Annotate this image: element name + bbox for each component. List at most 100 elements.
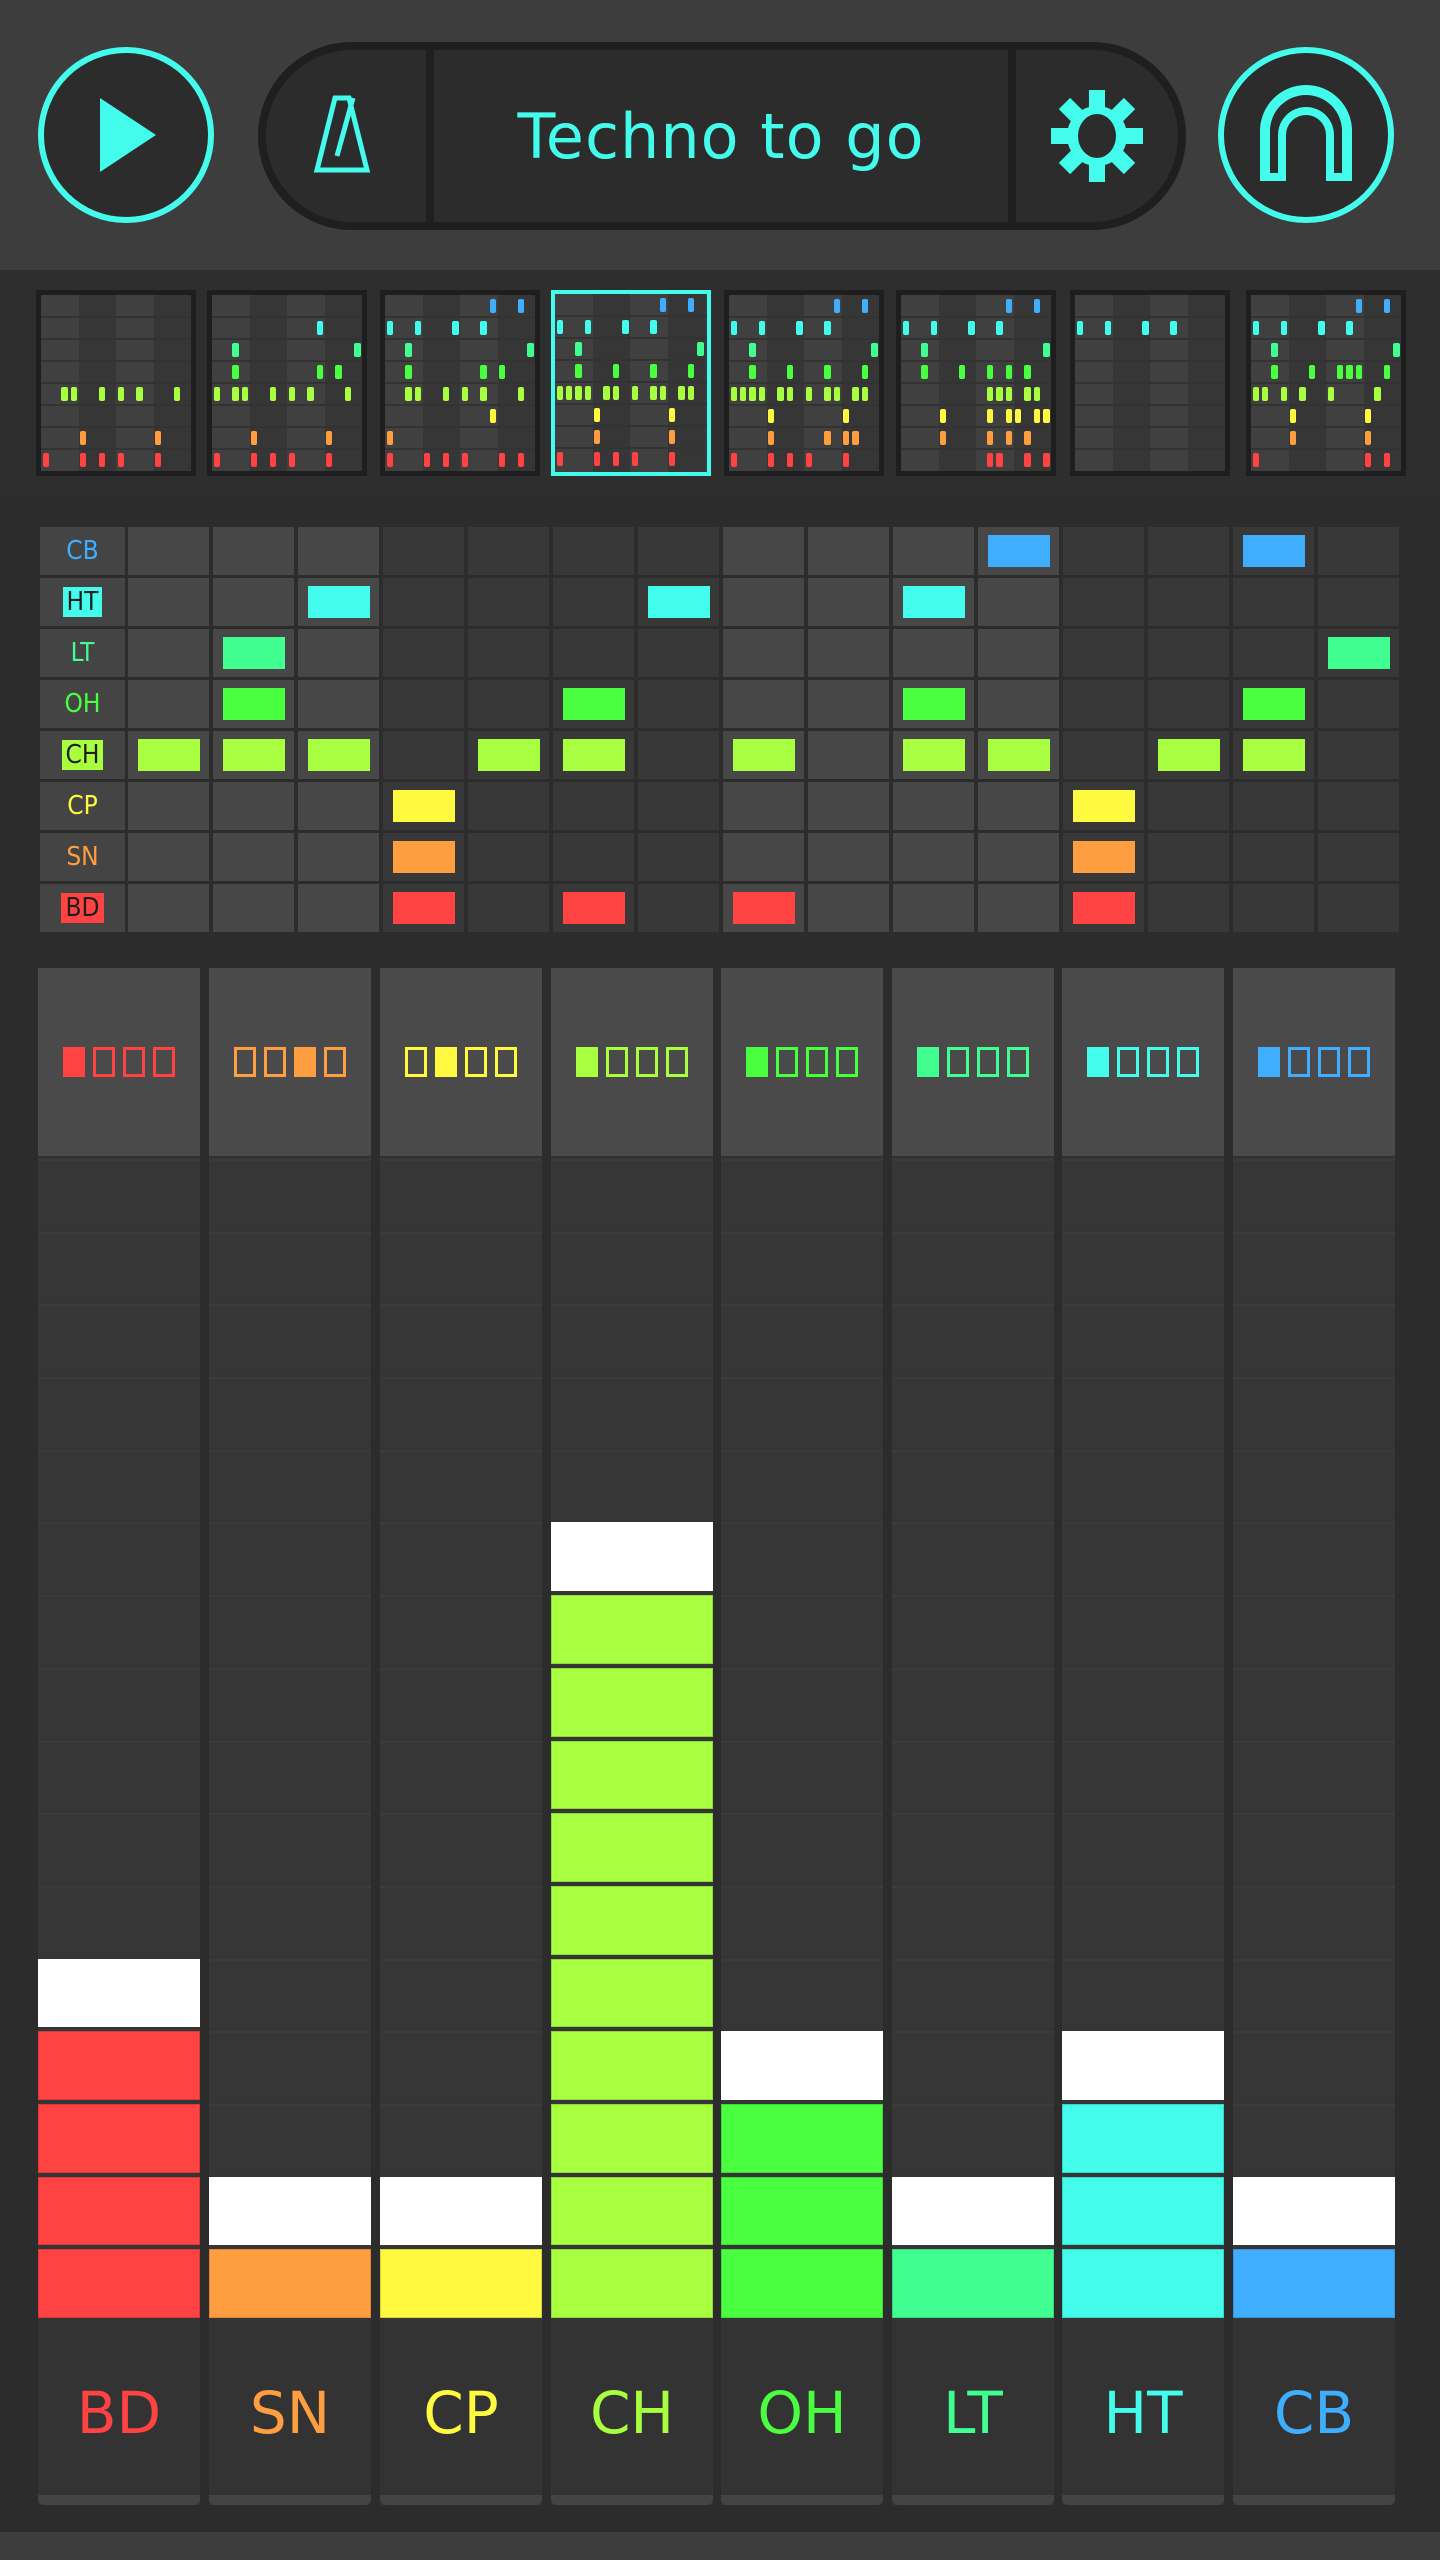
row-label-oh[interactable]: OH — [40, 680, 125, 728]
step-cell[interactable] — [128, 680, 209, 728]
fader-handle[interactable] — [38, 1958, 200, 2028]
step-cell[interactable] — [213, 731, 294, 779]
step-cell[interactable] — [383, 884, 464, 932]
step-cell[interactable] — [1233, 884, 1314, 932]
fader-handle[interactable] — [551, 1522, 713, 1592]
variation-button[interactable] — [806, 1047, 828, 1077]
variation-button[interactable] — [1117, 1047, 1139, 1077]
step-cell[interactable] — [553, 884, 634, 932]
step-cell[interactable] — [553, 527, 634, 575]
step-cell[interactable] — [468, 731, 549, 779]
step-cell[interactable] — [723, 527, 804, 575]
step-cell[interactable] — [638, 731, 719, 779]
step-cell[interactable] — [213, 884, 294, 932]
variation-button[interactable] — [666, 1047, 688, 1077]
pattern-thumbnail[interactable] — [724, 290, 884, 476]
step-cell[interactable] — [553, 833, 634, 881]
channel-label[interactable]: HT — [1062, 2320, 1224, 2505]
variation-button[interactable] — [947, 1047, 969, 1077]
variation-button[interactable] — [465, 1047, 487, 1077]
step-cell[interactable] — [893, 884, 974, 932]
row-label-cp[interactable]: CP — [40, 782, 125, 830]
step-cell[interactable] — [213, 833, 294, 881]
variation-button[interactable] — [324, 1047, 346, 1077]
step-cell[interactable] — [383, 578, 464, 626]
step-cell[interactable] — [1233, 527, 1314, 575]
step-cell[interactable] — [128, 731, 209, 779]
step-cell[interactable] — [128, 884, 209, 932]
step-cell[interactable] — [1318, 680, 1399, 728]
step-cell[interactable] — [468, 884, 549, 932]
step-cell[interactable] — [978, 680, 1059, 728]
settings-button[interactable] — [1008, 50, 1178, 222]
step-cell[interactable] — [723, 578, 804, 626]
step-cell[interactable] — [383, 833, 464, 881]
variation-button[interactable] — [1147, 1047, 1169, 1077]
step-cell[interactable] — [1233, 680, 1314, 728]
step-cell[interactable] — [808, 578, 889, 626]
variation-button[interactable] — [294, 1047, 316, 1077]
step-cell[interactable] — [468, 629, 549, 677]
pattern-thumbnail[interactable] — [36, 290, 196, 476]
volume-fader[interactable] — [38, 1157, 200, 2320]
step-cell[interactable] — [128, 782, 209, 830]
step-cell[interactable] — [638, 629, 719, 677]
step-cell[interactable] — [1148, 884, 1229, 932]
play-button[interactable] — [38, 47, 214, 223]
variation-button[interactable] — [1318, 1047, 1340, 1077]
step-cell[interactable] — [893, 680, 974, 728]
step-cell[interactable] — [1148, 782, 1229, 830]
step-cell[interactable] — [298, 731, 379, 779]
step-cell[interactable] — [383, 731, 464, 779]
variation-button[interactable] — [746, 1047, 768, 1077]
step-cell[interactable] — [1063, 731, 1144, 779]
variation-button[interactable] — [63, 1047, 85, 1077]
step-cell[interactable] — [298, 527, 379, 575]
step-cell[interactable] — [893, 782, 974, 830]
variation-button[interactable] — [93, 1047, 115, 1077]
step-cell[interactable] — [808, 731, 889, 779]
channel-label[interactable]: SN — [209, 2320, 371, 2505]
fader-handle[interactable] — [209, 2176, 371, 2246]
step-cell[interactable] — [1233, 578, 1314, 626]
step-cell[interactable] — [213, 680, 294, 728]
step-cell[interactable] — [808, 527, 889, 575]
volume-fader[interactable] — [1233, 1157, 1395, 2320]
variation-button[interactable] — [1258, 1047, 1280, 1077]
fader-handle[interactable] — [1062, 2031, 1224, 2100]
song-title[interactable]: Techno to go — [434, 50, 1008, 222]
step-cell[interactable] — [638, 833, 719, 881]
row-label-bd[interactable]: BD — [40, 884, 125, 932]
step-cell[interactable] — [723, 680, 804, 728]
home-button[interactable] — [1218, 47, 1394, 223]
step-cell[interactable] — [468, 833, 549, 881]
volume-fader[interactable] — [551, 1157, 713, 2320]
volume-fader[interactable] — [209, 1157, 371, 2320]
step-cell[interactable] — [553, 731, 634, 779]
step-cell[interactable] — [638, 782, 719, 830]
step-cell[interactable] — [128, 578, 209, 626]
variation-button[interactable] — [1288, 1047, 1310, 1077]
step-cell[interactable] — [1318, 833, 1399, 881]
variation-button[interactable] — [776, 1047, 798, 1077]
variation-button[interactable] — [1007, 1047, 1029, 1077]
step-cell[interactable] — [1063, 884, 1144, 932]
step-cell[interactable] — [1148, 731, 1229, 779]
fader-handle[interactable] — [892, 2176, 1054, 2246]
variation-button[interactable] — [405, 1047, 427, 1077]
step-cell[interactable] — [128, 527, 209, 575]
step-cell[interactable] — [553, 629, 634, 677]
step-cell[interactable] — [1063, 680, 1144, 728]
volume-fader[interactable] — [721, 1157, 883, 2320]
variation-button[interactable] — [917, 1047, 939, 1077]
variation-button[interactable] — [123, 1047, 145, 1077]
step-cell[interactable] — [383, 629, 464, 677]
variation-button[interactable] — [153, 1047, 175, 1077]
step-cell[interactable] — [1318, 527, 1399, 575]
variation-button[interactable] — [977, 1047, 999, 1077]
channel-label[interactable]: BD — [38, 2320, 200, 2505]
step-cell[interactable] — [1318, 731, 1399, 779]
step-cell[interactable] — [978, 629, 1059, 677]
variation-button[interactable] — [435, 1047, 457, 1077]
step-cell[interactable] — [553, 578, 634, 626]
